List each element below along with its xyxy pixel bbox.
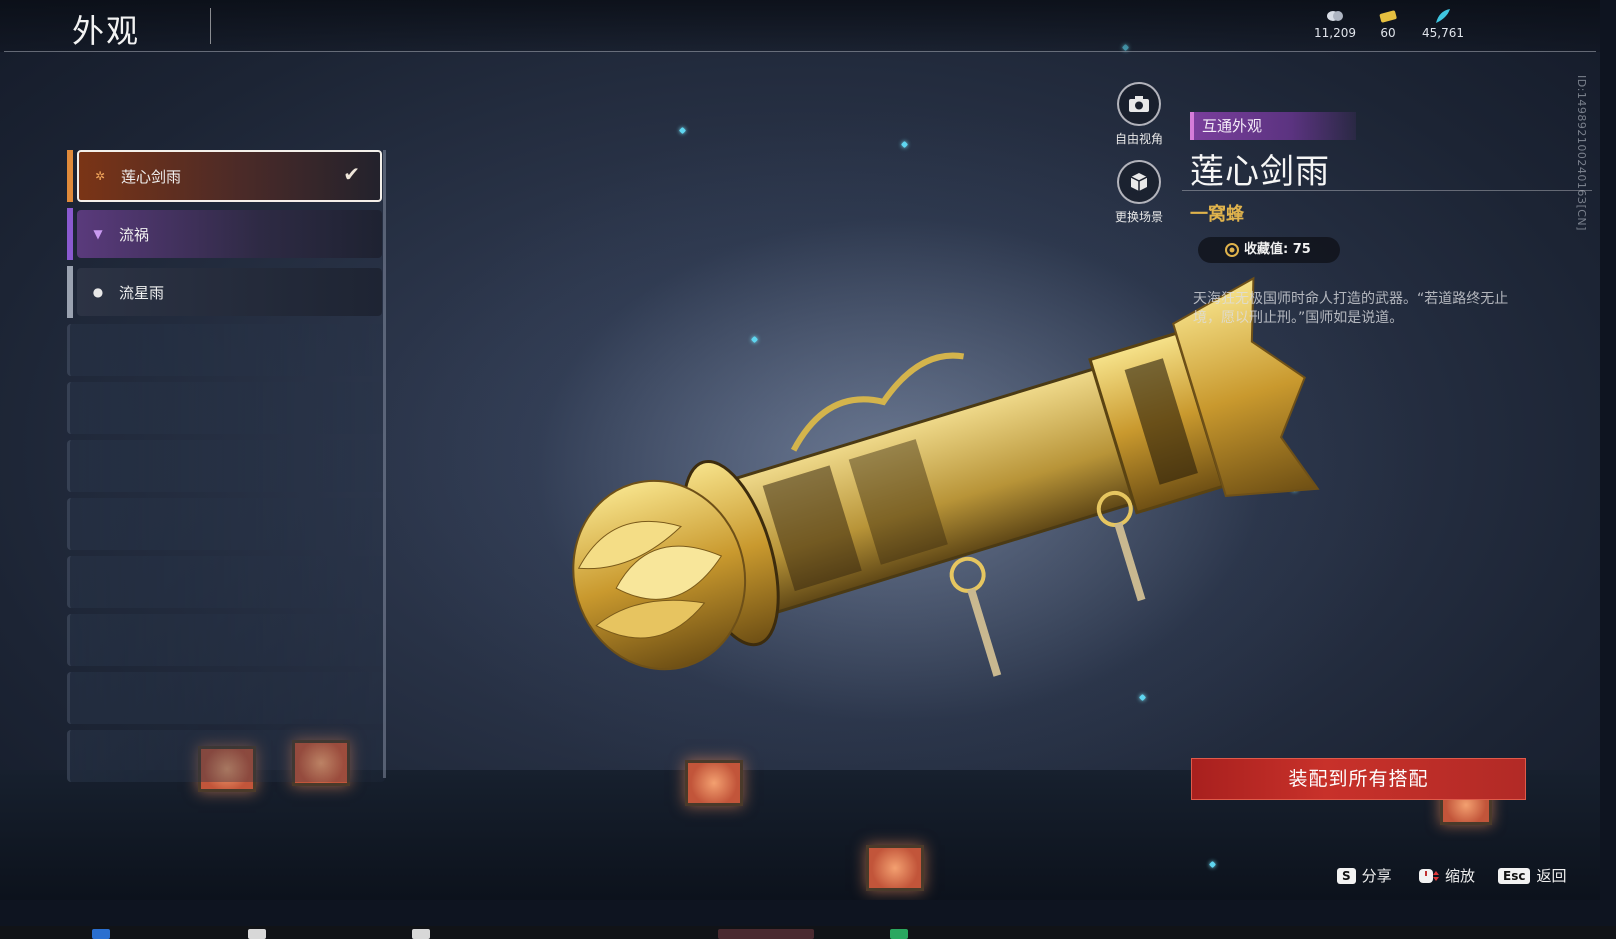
free-view-button[interactable]: 自由视角: [1111, 82, 1167, 147]
currency-tickets: 60: [1358, 8, 1418, 40]
taskbar-app-icon[interactable]: [92, 929, 110, 939]
change-scene-button[interactable]: 更换场景: [1111, 160, 1167, 225]
item-category: 一窝蜂: [1190, 204, 1244, 225]
lantern-decoration: [866, 845, 924, 891]
crossplay-tag: 互通外观: [1190, 112, 1356, 140]
zoom-button[interactable]: 缩放: [1418, 865, 1475, 886]
empty-slot: [67, 440, 385, 492]
skin-item-liuxingyu[interactable]: ● 流星雨: [67, 266, 382, 318]
item-name: 莲心剑雨: [1190, 152, 1330, 192]
share-button[interactable]: S 分享: [1337, 865, 1392, 886]
feather-icon: [1436, 9, 1450, 23]
share-label: 分享: [1361, 867, 1392, 885]
trident-icon: ▼: [93, 227, 103, 241]
rarity-bar: [67, 266, 73, 318]
skin-item-label: 莲心剑雨: [121, 167, 182, 186]
skin-item-liuhuo[interactable]: ▼ 流祸: [67, 208, 382, 260]
skin-item-lianxinjianyu[interactable]: ✲ 莲心剑雨 ✔: [67, 150, 382, 202]
empty-slot: [67, 382, 385, 434]
currency-coins: 11,209: [1305, 8, 1365, 40]
camera-icon: [1117, 82, 1161, 126]
taskbar-app-icon[interactable]: [890, 929, 908, 939]
detail-divider: [1182, 190, 1592, 191]
empty-slot: [67, 556, 385, 608]
back-button[interactable]: Esc 返回: [1498, 865, 1566, 886]
skin-item-body: ✲ 莲心剑雨: [77, 150, 382, 202]
empty-slot: [67, 498, 385, 550]
back-key: Esc: [1498, 867, 1531, 884]
taskbar-app-icon[interactable]: [412, 929, 430, 939]
empty-slot: [67, 324, 385, 376]
taskbar-app-icon[interactable]: [248, 929, 266, 939]
skin-item-label: 流星雨: [119, 283, 165, 302]
title-separator: [210, 8, 211, 44]
change-scene-label: 更换场景: [1114, 210, 1163, 224]
page-title: 外观: [72, 12, 141, 50]
collection-value-badge: 收藏值: 75: [1198, 237, 1340, 263]
lantern-decoration: [685, 760, 743, 806]
spark-particle: [900, 140, 909, 149]
currency-feathers: 45,761: [1413, 8, 1473, 40]
collection-icon: [1225, 243, 1239, 257]
zoom-label: 缩放: [1445, 867, 1476, 885]
back-label: 返回: [1536, 867, 1567, 885]
rarity-bar: [67, 150, 73, 202]
empty-slot: [67, 614, 385, 666]
skin-item-body: ▼ 流祸: [77, 210, 382, 258]
list-scrollbar[interactable]: [383, 150, 386, 778]
free-view-label: 自由视角: [1114, 132, 1163, 146]
share-key: S: [1337, 867, 1356, 884]
lotus-icon: ✲: [94, 169, 106, 183]
taskbar-active-app[interactable]: [718, 929, 814, 939]
skin-item-body: ● 流星雨: [77, 268, 382, 316]
currency-feathers-value: 45,761: [1422, 26, 1464, 40]
currency-tickets-value: 60: [1380, 26, 1396, 40]
spark-particle: [678, 126, 687, 135]
ticket-icon: [1379, 10, 1397, 23]
mouse-wheel-icon: [1419, 868, 1439, 883]
cube-icon: [1117, 160, 1161, 204]
rarity-bar: [67, 208, 73, 260]
account-id: ID:14989210024016З[CN]: [1575, 75, 1588, 231]
drop-icon: ●: [92, 285, 104, 299]
collection-value: 收藏值: 75: [1244, 242, 1311, 257]
checkmark-icon: ✔: [343, 162, 360, 186]
top-divider: [4, 51, 1596, 52]
coin-icon: [1327, 11, 1343, 21]
empty-slot: [67, 672, 385, 724]
skin-item-label: 流祸: [119, 225, 150, 244]
empty-slot: [67, 730, 385, 782]
currency-coins-value: 11,209: [1314, 26, 1356, 40]
item-description: 天海狂无极国师时命人打造的武器。“若道路终无止境，愿以刑止刑。”国师如是说道。: [1193, 291, 1509, 326]
equip-all-button[interactable]: 装配到所有搭配: [1191, 758, 1526, 800]
